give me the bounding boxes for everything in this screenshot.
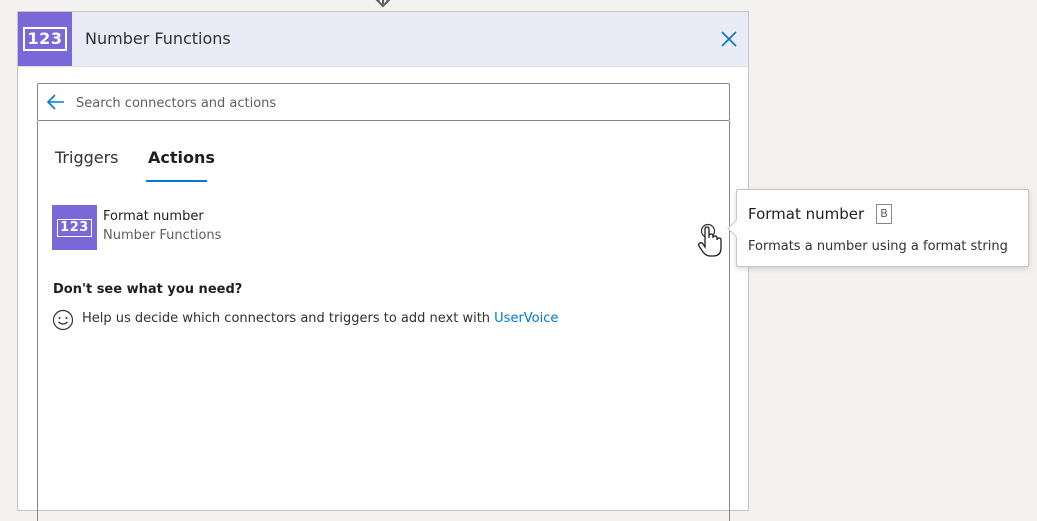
number-functions-icon: 123: [22, 27, 68, 51]
tooltip-title: Format number: [748, 205, 865, 223]
panel-title: Number Functions: [85, 29, 231, 48]
action-logo: 123: [52, 205, 97, 250]
close-icon[interactable]: [719, 29, 739, 49]
help-text: Help us decide which connectors and trig…: [82, 311, 558, 326]
tooltip-badge: B: [876, 204, 892, 224]
search-box: [37, 83, 730, 121]
number-functions-icon: 123: [57, 218, 92, 237]
action-item-format-number[interactable]: 123 Format number Number Functions: [52, 205, 716, 251]
help-heading: Don't see what you need?: [53, 282, 243, 297]
panel-header: 123 Number Functions: [18, 12, 748, 67]
help-text-body: Help us decide which connectors and trig…: [82, 311, 495, 326]
hand-cursor-icon: [698, 226, 722, 257]
action-name: Format number: [103, 209, 204, 224]
tooltip-description: Formats a number using a format string: [748, 239, 1008, 254]
smiley-icon: [52, 309, 74, 331]
flow-connector-arrow-icon: [375, 0, 391, 8]
tab-triggers[interactable]: Triggers: [55, 148, 119, 167]
uservoice-link[interactable]: UserVoice: [494, 311, 558, 326]
search-input[interactable]: [74, 90, 718, 116]
tab-actions[interactable]: Actions: [148, 148, 215, 167]
active-tab-indicator: [146, 180, 207, 182]
action-connector-name: Number Functions: [103, 228, 222, 243]
back-arrow-icon[interactable]: [46, 93, 66, 111]
action-tooltip: Format number B Formats a number using a…: [727, 189, 1029, 267]
connector-logo: 123: [18, 12, 72, 66]
